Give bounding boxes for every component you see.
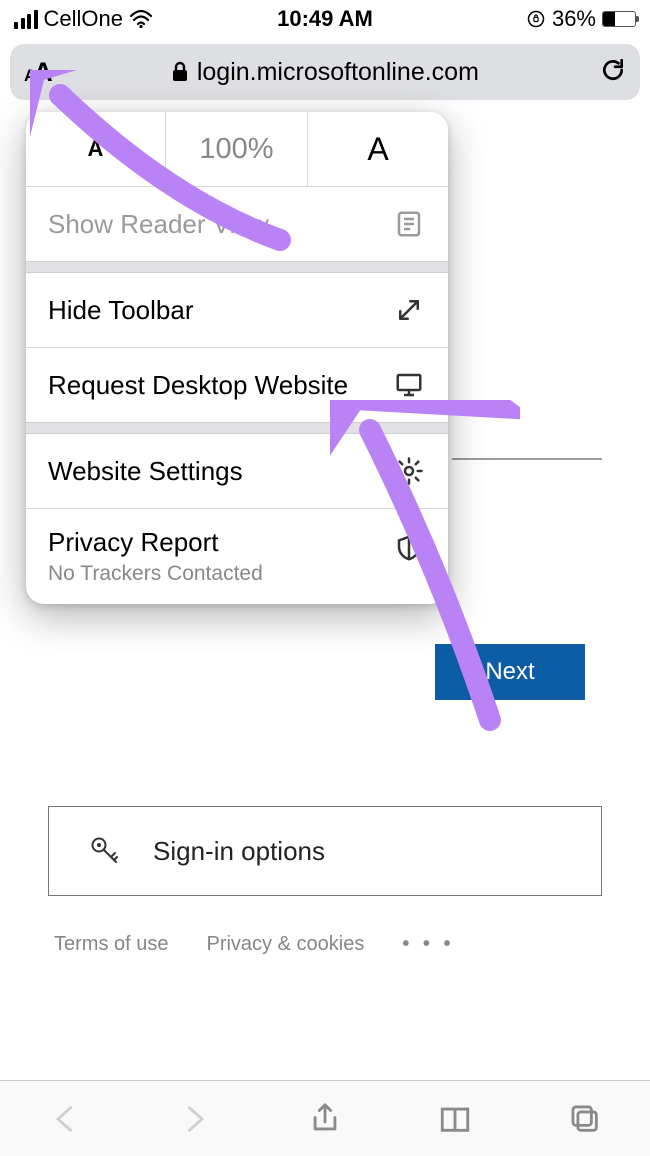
reader-view-item: Show Reader View [26,187,448,261]
website-settings-item[interactable]: Website Settings [26,434,448,508]
aa-popover-menu: A 100% A Show Reader View Hide Toolbar R… [26,112,448,604]
carrier-label: CellOne [44,6,123,32]
battery-icon [602,11,636,27]
clock: 10:49 AM [277,6,373,32]
rotation-lock-icon [526,9,546,29]
privacy-link[interactable]: Privacy & cookies [206,933,364,956]
battery-pct: 36% [552,6,596,32]
reload-button[interactable] [600,57,626,88]
lock-icon [171,61,189,83]
request-desktop-item[interactable]: Request Desktop Website [26,348,448,422]
url-text: login.microsoftonline.com [197,58,479,87]
reader-icon [392,207,426,241]
forward-button[interactable] [173,1097,217,1141]
input-underline [452,458,602,460]
safari-toolbar [0,1080,650,1156]
privacy-report-subtitle: No Trackers Contacted [48,562,263,586]
hide-toolbar-item[interactable]: Hide Toolbar [26,273,448,347]
next-button[interactable]: Next [435,644,585,700]
share-button[interactable] [303,1097,347,1141]
footer-links: Terms of use Privacy & cookies • • • [54,933,454,956]
tabs-button[interactable] [563,1097,607,1141]
key-icon [87,833,123,869]
back-button[interactable] [43,1097,87,1141]
gear-icon [392,454,426,488]
text-size-button[interactable]: AA [24,57,50,88]
expand-icon [392,293,426,327]
zoom-in-button[interactable]: A [308,112,448,186]
more-link[interactable]: • • • [402,933,454,956]
zoom-out-button[interactable]: A [26,112,166,186]
wifi-icon [129,9,153,29]
terms-link[interactable]: Terms of use [54,933,168,956]
shield-icon [392,531,426,565]
signin-options-label: Sign-in options [153,836,325,867]
privacy-report-item[interactable]: Privacy Report No Trackers Contacted [26,509,448,604]
zoom-level[interactable]: 100% [166,112,308,186]
desktop-icon [392,368,426,402]
status-bar: CellOne 10:49 AM 36% [0,0,650,38]
signin-options-button[interactable]: Sign-in options [48,806,602,896]
url-field[interactable]: login.microsoftonline.com [58,58,592,87]
signal-icon [14,10,38,29]
bookmarks-button[interactable] [433,1097,477,1141]
address-bar[interactable]: AA login.microsoftonline.com [10,44,640,100]
